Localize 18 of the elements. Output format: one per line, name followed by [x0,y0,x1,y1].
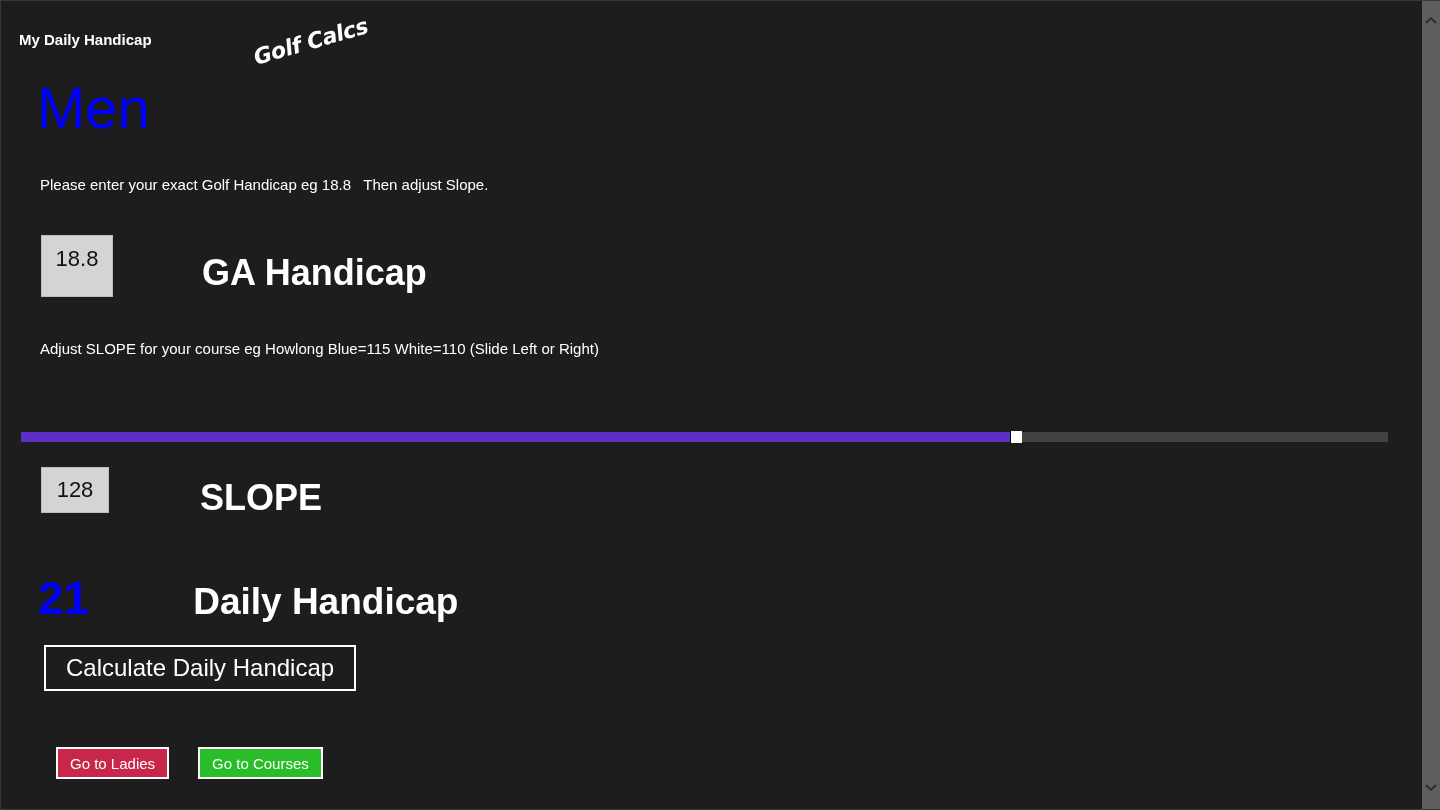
app-title: My Daily Handicap [19,31,152,49]
daily-handicap-value: 21 [38,575,90,621]
slope-slider[interactable] [21,432,1388,442]
chevron-up-icon[interactable] [1425,17,1437,24]
slope-label: SLOPE [200,478,323,518]
app-logo: Golf Calcs [250,14,371,70]
slope-instruction: Adjust SLOPE for your course eg Howlong Blue=115 White=110 (Slide Left or Right) [40,339,599,359]
handicap-label: GA Handicap [202,253,427,293]
handicap-instruction: Please enter your exact Golf Handicap eg 18.8 Then adjust Slope. [40,175,489,195]
slider-thumb[interactable] [1010,431,1023,443]
handicap-input[interactable]: 18.8 [41,235,113,297]
page-heading: Men [37,79,150,137]
daily-handicap-label: Daily Handicap [193,582,459,622]
vertical-scrollbar[interactable] [1422,1,1440,809]
nav-button[interactable]: Go to Ladies [56,747,170,779]
chevron-down-icon[interactable] [1425,784,1437,791]
slope-input[interactable]: 128 [41,467,109,513]
calculate-button[interactable]: Calculate Daily Handicap [44,645,357,691]
